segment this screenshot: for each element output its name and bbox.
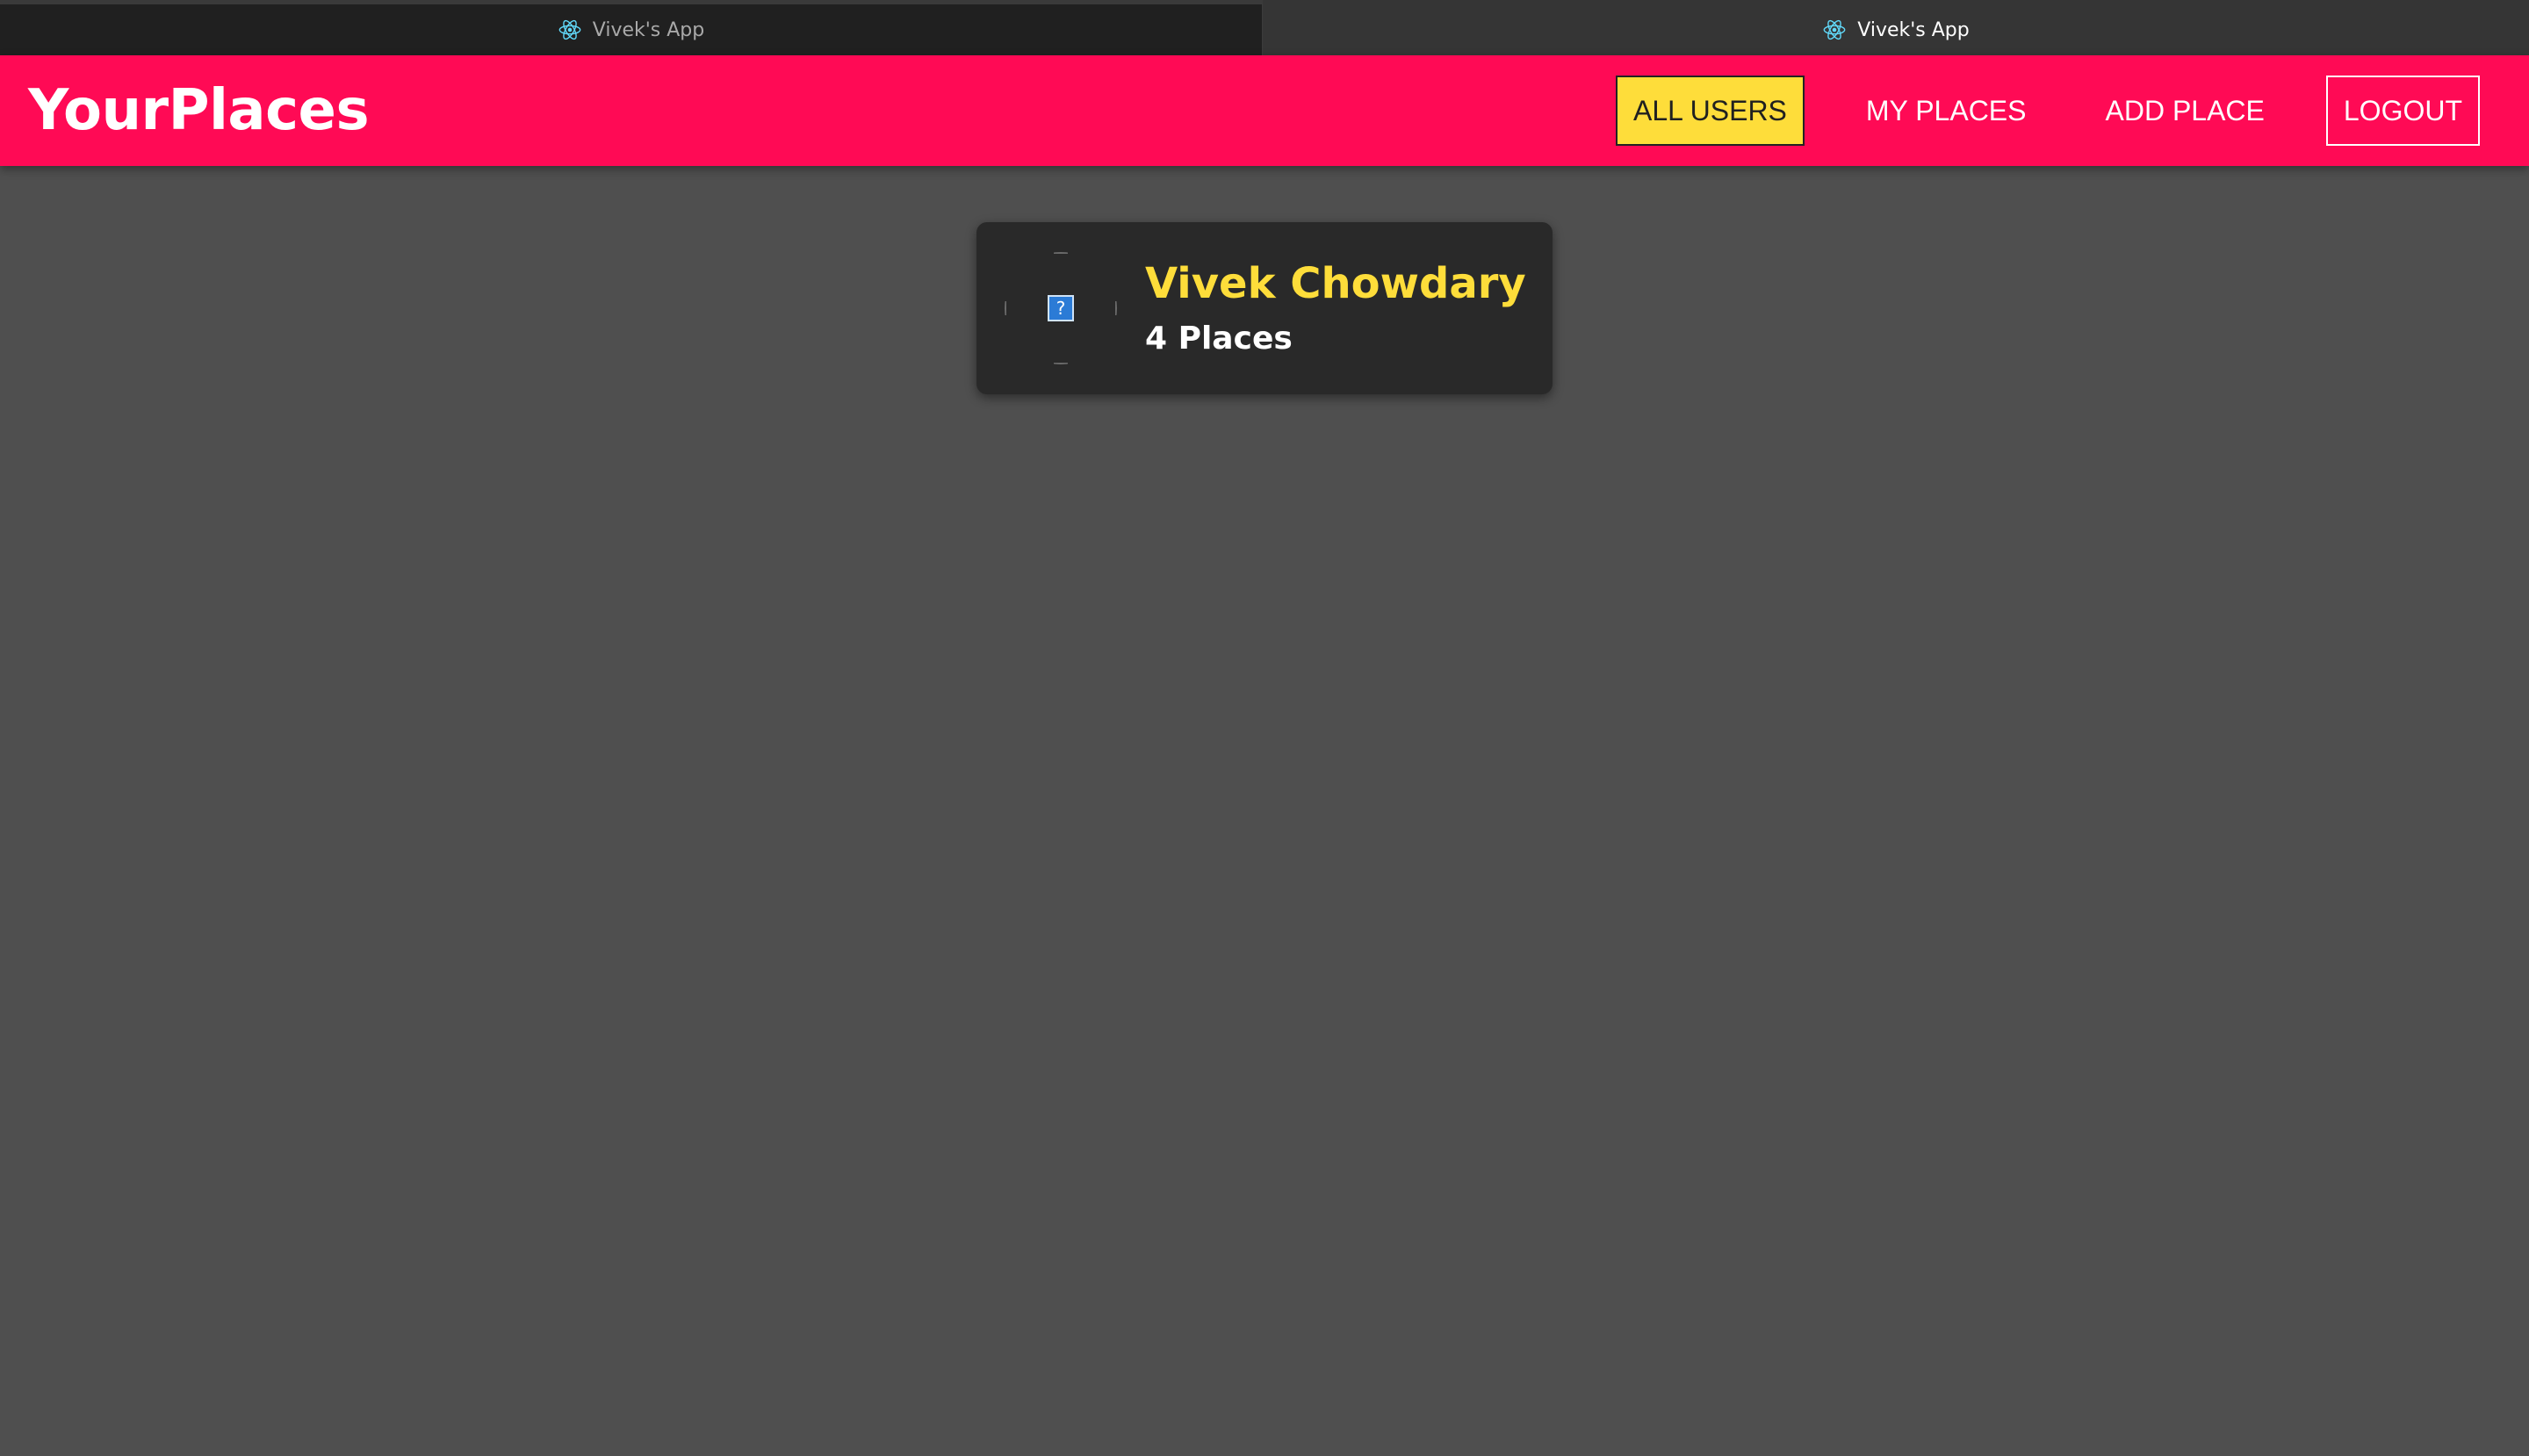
main-header: YourPlaces ALL USERS MY PLACES ADD PLACE… — [0, 55, 2529, 166]
avatar: ? — [1005, 252, 1117, 364]
avatar-border-mark — [1115, 301, 1117, 315]
nav-add-place[interactable]: ADD PLACE — [2087, 76, 2281, 146]
user-name: Vivek Chowdary — [1145, 259, 1526, 308]
user-info: Vivek Chowdary 4 Places — [1145, 257, 1526, 359]
tab-title: Vivek's App — [592, 18, 705, 41]
browser-tab-strip: Vivek's App Vivek's App — [0, 0, 2529, 55]
tab-title: Vivek's App — [1857, 18, 1970, 41]
main-nav: ALL USERS MY PLACES ADD PLACE LOGOUT — [1616, 76, 2480, 146]
avatar-border-mark — [1005, 301, 1006, 315]
user-places-count: 4 Places — [1145, 321, 1293, 357]
brand-logo-link[interactable]: YourPlaces — [28, 78, 370, 143]
user-card[interactable]: ? Vivek Chowdary 4 Places — [976, 222, 1553, 394]
nav-all-users[interactable]: ALL USERS — [1616, 76, 1805, 146]
browser-tab-inactive[interactable]: Vivek's App — [0, 0, 1263, 55]
logout-button[interactable]: LOGOUT — [2325, 76, 2480, 146]
avatar-border-mark — [1054, 252, 1068, 254]
users-list: ? Vivek Chowdary 4 Places — [0, 166, 2529, 394]
nav-my-places[interactable]: MY PLACES — [1848, 76, 2044, 146]
react-icon — [558, 18, 582, 42]
react-icon — [1822, 18, 1847, 42]
browser-tab-active[interactable]: Vivek's App — [1263, 0, 2529, 55]
avatar-border-mark — [1054, 363, 1068, 364]
broken-image-icon: ? — [1048, 295, 1074, 321]
